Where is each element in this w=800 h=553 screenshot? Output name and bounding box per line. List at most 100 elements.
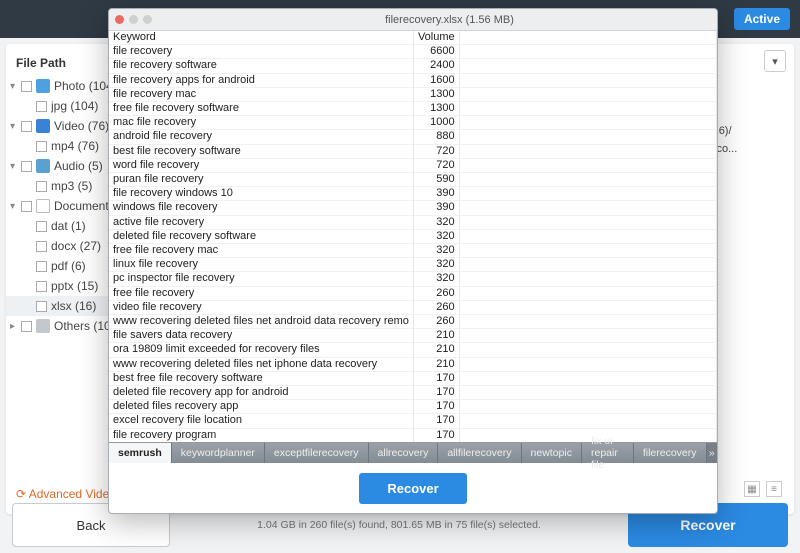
table-row[interactable]: free file recovery260 — [109, 286, 717, 300]
tree-node-label: Audio (5) — [54, 159, 103, 173]
table-row[interactable]: pc inspector file recovery320 — [109, 272, 717, 286]
sheet-tab[interactable]: semrush — [109, 443, 172, 463]
tree-node-label: mp4 (76) — [51, 139, 99, 153]
tree-node-label: pptx (15) — [51, 279, 98, 293]
table-row[interactable]: www recovering deleted files net iphone … — [109, 357, 717, 371]
cell-keyword: www recovering deleted files net android… — [109, 315, 413, 329]
checkbox[interactable] — [36, 261, 47, 272]
checkbox[interactable] — [36, 221, 47, 232]
cell-keyword: free file recovery — [109, 286, 413, 300]
tabs-more-icon[interactable]: » — [707, 443, 717, 463]
cell-keyword: deleted file recovery software — [109, 229, 413, 243]
sheet-tab[interactable]: keywordplanner — [172, 443, 265, 463]
cell-volume: 1000 — [413, 116, 459, 130]
cell-keyword: www recovering deleted files net iphone … — [109, 357, 413, 371]
col-header-volume: Volume — [413, 31, 459, 45]
table-row[interactable]: file recovery windows 10390 — [109, 187, 717, 201]
chevron-down-icon[interactable]: ▸ — [10, 321, 20, 332]
cell-keyword: video file recovery — [109, 300, 413, 314]
table-row[interactable]: best file recovery software720 — [109, 144, 717, 158]
checkbox[interactable] — [21, 121, 32, 132]
tree-node-label: xlsx (16) — [51, 299, 96, 313]
cell-keyword: best file recovery software — [109, 144, 413, 158]
checkbox[interactable] — [36, 301, 47, 312]
table-row[interactable]: free file recovery mac320 — [109, 244, 717, 258]
cell-keyword: file recovery — [109, 45, 413, 59]
sheet-tab[interactable]: allrecovery — [369, 443, 439, 463]
table-row[interactable]: free file recovery software1300 — [109, 102, 717, 116]
tree-node-label: jpg (104) — [51, 99, 98, 113]
view-grid-icon[interactable]: ▦ — [744, 481, 760, 497]
table-row[interactable]: active file recovery320 — [109, 215, 717, 229]
sheet-tab[interactable]: allfilerecovery — [438, 443, 521, 463]
cell-volume: 320 — [413, 215, 459, 229]
sheet-tab[interactable]: newtopic — [522, 443, 582, 463]
cell-keyword: mac file recovery — [109, 116, 413, 130]
photo-icon — [36, 79, 50, 93]
chevron-down-icon[interactable]: ▾ — [10, 161, 20, 172]
view-list-icon[interactable]: ≡ — [766, 481, 782, 497]
cell-volume: 1300 — [413, 87, 459, 101]
filter-icon[interactable]: ▾ — [764, 50, 786, 72]
cell-volume: 170 — [413, 400, 459, 414]
table-row[interactable]: puran file recovery590 — [109, 173, 717, 187]
cell-volume: 2400 — [413, 59, 459, 73]
table-row[interactable]: deleted files recovery app170 — [109, 400, 717, 414]
sheet-tab[interactable]: exceptfilerecovery — [265, 443, 369, 463]
cell-volume: 390 — [413, 201, 459, 215]
cell-volume: 320 — [413, 258, 459, 272]
table-row[interactable]: video file recovery260 — [109, 300, 717, 314]
table-row[interactable]: file recovery mac1300 — [109, 87, 717, 101]
cell-volume: 260 — [413, 300, 459, 314]
table-row[interactable]: linux file recovery320 — [109, 258, 717, 272]
chevron-down-icon[interactable]: ▾ — [10, 121, 20, 132]
table-row[interactable]: ora 19809 limit exceeded for recovery fi… — [109, 343, 717, 357]
checkbox[interactable] — [21, 161, 32, 172]
table-row[interactable]: excel recovery file location170 — [109, 414, 717, 428]
cell-volume: 260 — [413, 286, 459, 300]
table-row[interactable]: www recovering deleted files net android… — [109, 315, 717, 329]
spreadsheet-view[interactable]: KeywordVolumefile recovery6600file recov… — [109, 31, 717, 443]
chevron-down-icon[interactable]: ▾ — [10, 81, 20, 92]
cell-volume: 320 — [413, 229, 459, 243]
tree-node-label: docx (27) — [51, 239, 101, 253]
close-icon[interactable] — [115, 15, 124, 24]
sheet-tab[interactable]: fix or repair file — [582, 443, 634, 463]
checkbox[interactable] — [21, 321, 32, 332]
table-row[interactable]: file recovery program170 — [109, 428, 717, 442]
checkbox[interactable] — [36, 101, 47, 112]
table-row[interactable]: mac file recovery1000 — [109, 116, 717, 130]
table-row[interactable]: file savers data recovery210 — [109, 329, 717, 343]
cell-keyword: file recovery apps for android — [109, 73, 413, 87]
other-icon — [36, 319, 50, 333]
preview-recover-button[interactable]: Recover — [359, 473, 466, 504]
cell-volume: 170 — [413, 414, 459, 428]
table-row[interactable]: file recovery apps for android1600 — [109, 73, 717, 87]
active-badge[interactable]: Active — [734, 8, 790, 30]
cell-keyword: file recovery windows 10 — [109, 187, 413, 201]
tree-node-label: dat (1) — [51, 219, 86, 233]
table-row[interactable]: android file recovery880 — [109, 130, 717, 144]
cell-volume: 210 — [413, 357, 459, 371]
table-row[interactable]: file recovery software2400 — [109, 59, 717, 73]
table-row[interactable]: windows file recovery390 — [109, 201, 717, 215]
table-row[interactable]: file recovery6600 — [109, 45, 717, 59]
video-icon — [36, 119, 50, 133]
checkbox[interactable] — [21, 201, 32, 212]
table-row[interactable]: best free file recovery software170 — [109, 371, 717, 385]
sheet-tab[interactable]: filerecovery — [634, 443, 707, 463]
chevron-down-icon[interactable]: ▾ — [10, 201, 20, 212]
checkbox[interactable] — [21, 81, 32, 92]
cell-volume: 590 — [413, 173, 459, 187]
checkbox[interactable] — [36, 241, 47, 252]
table-row[interactable]: word file recovery720 — [109, 158, 717, 172]
table-row[interactable]: deleted file recovery app for android170 — [109, 386, 717, 400]
cell-volume: 170 — [413, 428, 459, 442]
checkbox[interactable] — [36, 281, 47, 292]
table-row[interactable]: deleted file recovery software320 — [109, 229, 717, 243]
cell-volume: 880 — [413, 130, 459, 144]
checkbox[interactable] — [36, 181, 47, 192]
maximize-icon[interactable] — [143, 15, 152, 24]
minimize-icon[interactable] — [129, 15, 138, 24]
checkbox[interactable] — [36, 141, 47, 152]
